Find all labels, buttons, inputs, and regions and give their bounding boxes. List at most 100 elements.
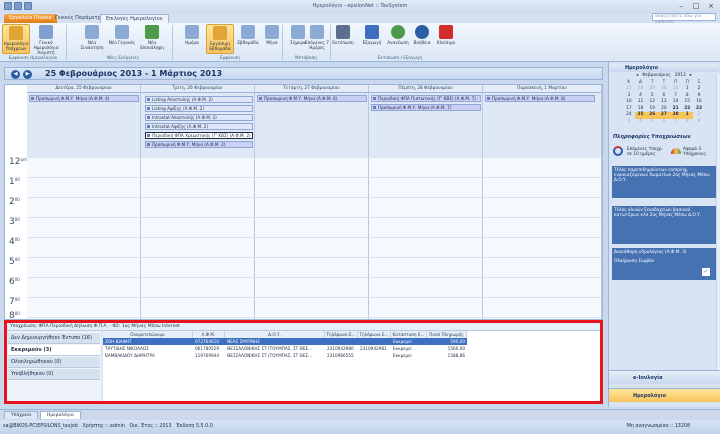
column-header[interactable]: Ποσό Πληρωμής (427, 331, 467, 338)
group-label: Εκτύπωση / Εξαγωγή (377, 55, 423, 60)
work-week-view-button[interactable]: Εργάσιμη Εβδομάδα (206, 24, 234, 54)
column-header[interactable]: Κατάσταση Ε... (391, 331, 427, 338)
tab-taxpayers[interactable]: Υπόχρεοι (4, 411, 39, 419)
tab-table-tools[interactable]: Εργαλεία Πίνακα (4, 14, 57, 23)
day-cell[interactable]: 5 (646, 119, 658, 126)
time-slots-mon[interactable] (27, 157, 141, 319)
day-cell[interactable]: 7 (670, 119, 682, 126)
status-year: Οικ. Έτος :: 2013 (129, 424, 172, 429)
day-header-wed[interactable]: Τετάρτη, 27 Φεβρουαρίου (255, 85, 369, 93)
save-icon[interactable] (14, 2, 22, 10)
allday-area-tue[interactable]: Listing Αποστολής (Α.Φ.Μ. 2) Listing Αφί… (141, 93, 255, 157)
cell-amount: 1588,86 (447, 353, 465, 358)
appointment[interactable]: Προσωρινή Φ.Μ.Υ. Μήνα (Α.Φ.Μ. 7) (371, 104, 481, 111)
cell-doy: ΘΕΣΣΑΛΟΝΙΚΗΣ ΣΤ (ΤΟΥΜΠΑΣ, ΣΤ ΘΕΣ... (227, 346, 313, 351)
appointment-selected[interactable]: Περιοδική ΦΠΑ Χρεωστικής (Γ' ΚΒΣ) (Α.Φ.Μ… (145, 132, 253, 139)
time-slots-wed[interactable] (255, 157, 369, 319)
app-icon[interactable] (4, 2, 12, 10)
day-cell[interactable]: 9 (693, 119, 705, 126)
ribbon-label: Ημέρα (185, 40, 199, 45)
allday-area-wed[interactable]: Προσωρινή Φ.Μ.Υ. Μήνα (Α.Φ.Μ. 6) (255, 93, 369, 157)
category-pending[interactable]: Εκκρεμούν (3) (8, 345, 100, 356)
tab-calendar-options[interactable]: Επιλογές Ημερολογίου (100, 14, 169, 23)
appointment[interactable]: Intrastat Αφίξης (Α.Φ.Μ. 2) (145, 123, 253, 130)
ribbon-label: Νέα Συνάντηση (80, 40, 104, 50)
calendar-header: ◀ ▶ 25 Φεβρουάριος 2013 - 1 Μάρτιος 2013 (4, 67, 603, 80)
nav-item-elogia[interactable]: e-Ιονλογία (609, 370, 720, 384)
hour-line (27, 237, 602, 238)
next-days-icon (310, 25, 324, 39)
calendar-icon (39, 25, 53, 39)
maximize-icon[interactable]: □ (689, 1, 703, 11)
obligation-tile[interactable]: Τέλος παρεπιδημούντων camping, ενοικιαζό… (612, 166, 716, 198)
category-completed[interactable]: Ολοκληρώθηκαν (0) (8, 357, 100, 368)
day-header-fri[interactable]: Παρασκευή, 1 Μαρτίου (483, 85, 602, 93)
cell-status: Εκκρεμεί (393, 339, 412, 344)
tile-text: Διακάθαρη υδρολόγιος (Α.Φ.Μ. 3) (614, 250, 687, 255)
day-header-tue[interactable]: Τρίτη, 26 Φεβρουαρίου (141, 85, 255, 93)
group-separator (172, 25, 173, 60)
appointment[interactable]: Προσωρινή Φ.Μ.Υ. Μήνα (Α.Φ.Μ. 2) (145, 141, 253, 148)
day-view-button[interactable]: Ημέρα (178, 24, 206, 54)
undo-icon[interactable] (24, 2, 32, 10)
obligation-tile[interactable]: Τέλος κλινών ξενοδοχείων βασικού κατωτέρ… (612, 206, 716, 244)
next-week-icon[interactable]: ▶ (23, 70, 32, 79)
hour-line (27, 317, 602, 318)
title-bar: Ημερολόγιο - epsilonNet :: TaxSystem – □… (0, 0, 720, 13)
close-button[interactable]: Κλείσιμο (432, 24, 460, 54)
help-search-input[interactable]: αναζητήστε εδώ για επιλογές (652, 13, 716, 25)
close-window-icon[interactable]: × (704, 1, 718, 11)
tab-calendar[interactable]: Ημερολόγιο (40, 411, 81, 419)
time-slots-fri[interactable] (483, 157, 602, 319)
allday-area-fri[interactable]: Προσωρινή Φ.Μ.Υ. Μήνα (Α.Φ.Μ. 8) (483, 93, 602, 157)
ribbon-label: Μήνα (266, 40, 278, 45)
day-cell[interactable]: 8 (681, 119, 693, 126)
ribbon-label: Ανανέωση (387, 40, 409, 45)
checkbox-icon[interactable]: ✓ (702, 268, 710, 276)
appointment[interactable]: Listing Αφίξης (Α.Φ.Μ. 2) (145, 105, 253, 112)
minimize-icon[interactable]: – (674, 1, 688, 11)
appointment[interactable]: Προσωρινή Φ.Μ.Υ. Μήνα (Α.Φ.Μ. 8) (485, 95, 595, 102)
category-submitted[interactable]: Υποβλήθηκαν (0) (8, 369, 100, 380)
column-header[interactable]: Ονοματεπώνυμο (103, 331, 193, 338)
column-header[interactable]: Α.Φ.Μ. (193, 331, 225, 338)
day-header-thu[interactable]: Πέμπτη, 28 Φεβρουαρίου (369, 85, 483, 93)
day-cell[interactable]: 4 (635, 119, 647, 126)
export-button[interactable]: Εξαγωγή (358, 24, 386, 54)
print-button[interactable]: Εκτύπωση (328, 24, 358, 54)
accountant-calendar-button[interactable]: Γενικό Ημερολόγιο Λογιστή (32, 24, 60, 55)
new-recurrence-button[interactable]: Νέα Επανάληψη (138, 24, 166, 54)
calendar-panel-title: Ημερολόγιο (625, 65, 659, 71)
day-cell[interactable]: 6 (658, 119, 670, 126)
day-header-mon[interactable]: Δευτέρα, 25 Φεβρουαρίου (27, 85, 141, 93)
next-obligations-label[interactable]: Επόμενες Υποχρ. σε 10 ημέρες (627, 147, 667, 157)
column-header[interactable]: Τηλέφωνο Ε... (358, 331, 391, 338)
cell-afm: 061780529 (195, 346, 219, 351)
taxpayer-calendar-button[interactable]: Ημερολόγιο Υπόχρεων (2, 24, 30, 54)
appointment[interactable]: Intrastat Αποστολής (Α.Φ.Μ. 2) (145, 114, 253, 121)
calendar-panel-header[interactable]: Ημερολόγιο (609, 64, 719, 72)
column-header[interactable]: Τηλέφωνο Ε... (325, 331, 358, 338)
new-meeting-button[interactable]: Νέα Συνάντηση (78, 24, 106, 54)
appointment[interactable]: Περιοδική ΦΠΑ Πιστωτικής (Γ' ΚΒΣ) (Α.Φ.Μ… (371, 95, 481, 102)
appointment[interactable]: Προσωρινή Φ.Μ.Υ. Μήνα (Α.Φ.Μ. 6) (257, 95, 367, 102)
appointment[interactable]: Listing Αποστολής (Α.Φ.Μ. 2) (145, 96, 253, 103)
cell-phone2: 2310942981 (360, 346, 387, 351)
column-header[interactable]: Δ.Ο.Υ. (225, 331, 325, 338)
meeting-icon (85, 25, 99, 39)
cell-doy: ΘΕΣΣΑΛΟΝΙΚΗΣ ΣΤ (ΤΟΥΜΠΑΣ, ΣΤ ΘΕΣ... (227, 353, 313, 358)
sidebar-scrollbar[interactable] (716, 74, 720, 374)
hour-label: 600 (9, 277, 20, 287)
prev-week-icon[interactable]: ◀ (11, 70, 20, 79)
nav-item-calendar[interactable]: Ημερολόγιο (609, 388, 720, 402)
allday-area-thu[interactable]: Περιοδική ΦΠΑ Πιστωτικής (Γ' ΚΒΣ) (Α.Φ.Μ… (369, 93, 483, 157)
obligation-tile[interactable]: Διακάθαρη υδρολόγιος (Α.Φ.Μ. 3) Ολοήρωση… (612, 248, 716, 280)
category-no-form[interactable]: Δεν Δημιουργήθηκε Έντυπο (16) (8, 333, 100, 344)
time-slots-tue[interactable] (141, 157, 255, 319)
time-slots-thu[interactable] (369, 157, 483, 319)
day-cell[interactable]: 3 (623, 119, 635, 126)
appointment[interactable]: Προσωρινή Φ.Μ.Υ. Μήνα (Α.Φ.Μ. 4) (29, 95, 139, 102)
concerns-label[interactable]: Αφορά 3 Υπόχρεους (683, 147, 717, 157)
new-event-button[interactable]: Νέο Γεγονός (108, 24, 136, 54)
allday-area-mon[interactable]: Προσωρινή Φ.Μ.Υ. Μήνα (Α.Φ.Μ. 4) (27, 93, 141, 157)
